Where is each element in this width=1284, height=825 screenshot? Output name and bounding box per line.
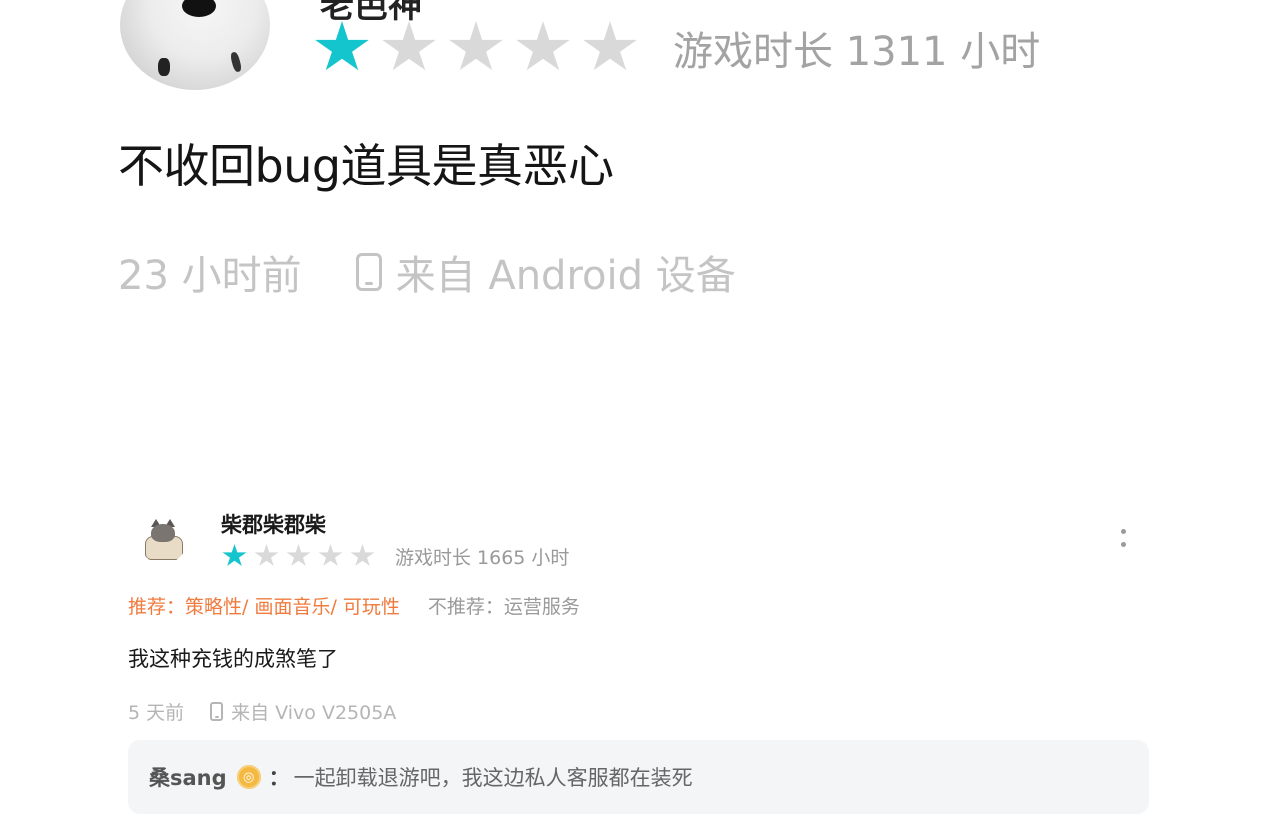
time-ago: 23 小时前 xyxy=(118,253,302,299)
recommend-tags: 推荐：策略性/ 画面音乐/ 可玩性 xyxy=(128,596,400,618)
review-meta: 5 天前 来自 Vivo V2505A xyxy=(128,698,396,724)
star-icon xyxy=(382,21,436,71)
username[interactable]: 柴郡柴郡柴 xyxy=(221,509,326,539)
star-rating: 游戏时长 1311 小时 xyxy=(314,18,1040,78)
avatar[interactable] xyxy=(120,0,270,90)
reply-author[interactable]: 桑sang xyxy=(149,762,227,792)
device-label: 来自 Vivo V2505A xyxy=(231,701,397,724)
star-icon xyxy=(350,544,375,566)
more-vertical-icon[interactable] xyxy=(1110,522,1136,554)
star-icon xyxy=(222,544,247,566)
review-meta: 23 小时前 来自 Android 设备 xyxy=(118,244,736,300)
playtime: 游戏时长 1311 小时 xyxy=(673,29,1041,75)
star-icon xyxy=(315,21,369,71)
review-feed: 老芭神 游戏时长 1311 小时 不收回bug道具是真恶心 23 小时前 来自 … xyxy=(0,0,1284,825)
time-ago: 5 天前 xyxy=(128,701,185,724)
phone-icon xyxy=(210,701,224,721)
avatar[interactable] xyxy=(139,516,187,564)
review-content[interactable]: 不收回bug道具是真恶心 xyxy=(118,130,614,196)
star-icon xyxy=(254,544,279,566)
star-rating: 游戏时长 1665 小时 xyxy=(222,542,569,570)
reply-preview[interactable]: 桑sang ◎ ： 一起卸载退游吧，我这边私人客服都在装死 xyxy=(128,740,1149,814)
phone-icon xyxy=(355,253,382,291)
playtime: 游戏时长 1665 小时 xyxy=(395,546,570,569)
star-icon xyxy=(318,544,343,566)
review-item: 老芭神 游戏时长 1311 小时 不收回bug道具是真恶心 23 小时前 来自 … xyxy=(0,0,1284,330)
star-icon xyxy=(286,544,311,566)
reply-separator: ： xyxy=(268,766,290,790)
recommendation-tags: 推荐：策略性/ 画面音乐/ 可玩性 不推荐：运营服务 xyxy=(128,592,580,619)
review-content[interactable]: 我这种充钱的成煞笔了 xyxy=(128,643,338,673)
reply-text: 一起卸载退游吧，我这边私人客服都在装死 xyxy=(293,766,693,790)
not-recommend-tags: 不推荐：运营服务 xyxy=(427,596,580,618)
badge-icon: ◎ xyxy=(236,765,261,789)
star-icon xyxy=(516,21,570,71)
device-label: 来自 Android 设备 xyxy=(395,253,736,299)
review-item: 柴郡柴郡柴 游戏时长 1665 小时 推荐：策略性/ 画面音乐/ 可玩性 不推荐… xyxy=(0,500,1284,825)
star-icon xyxy=(583,21,637,71)
star-icon xyxy=(449,21,503,71)
